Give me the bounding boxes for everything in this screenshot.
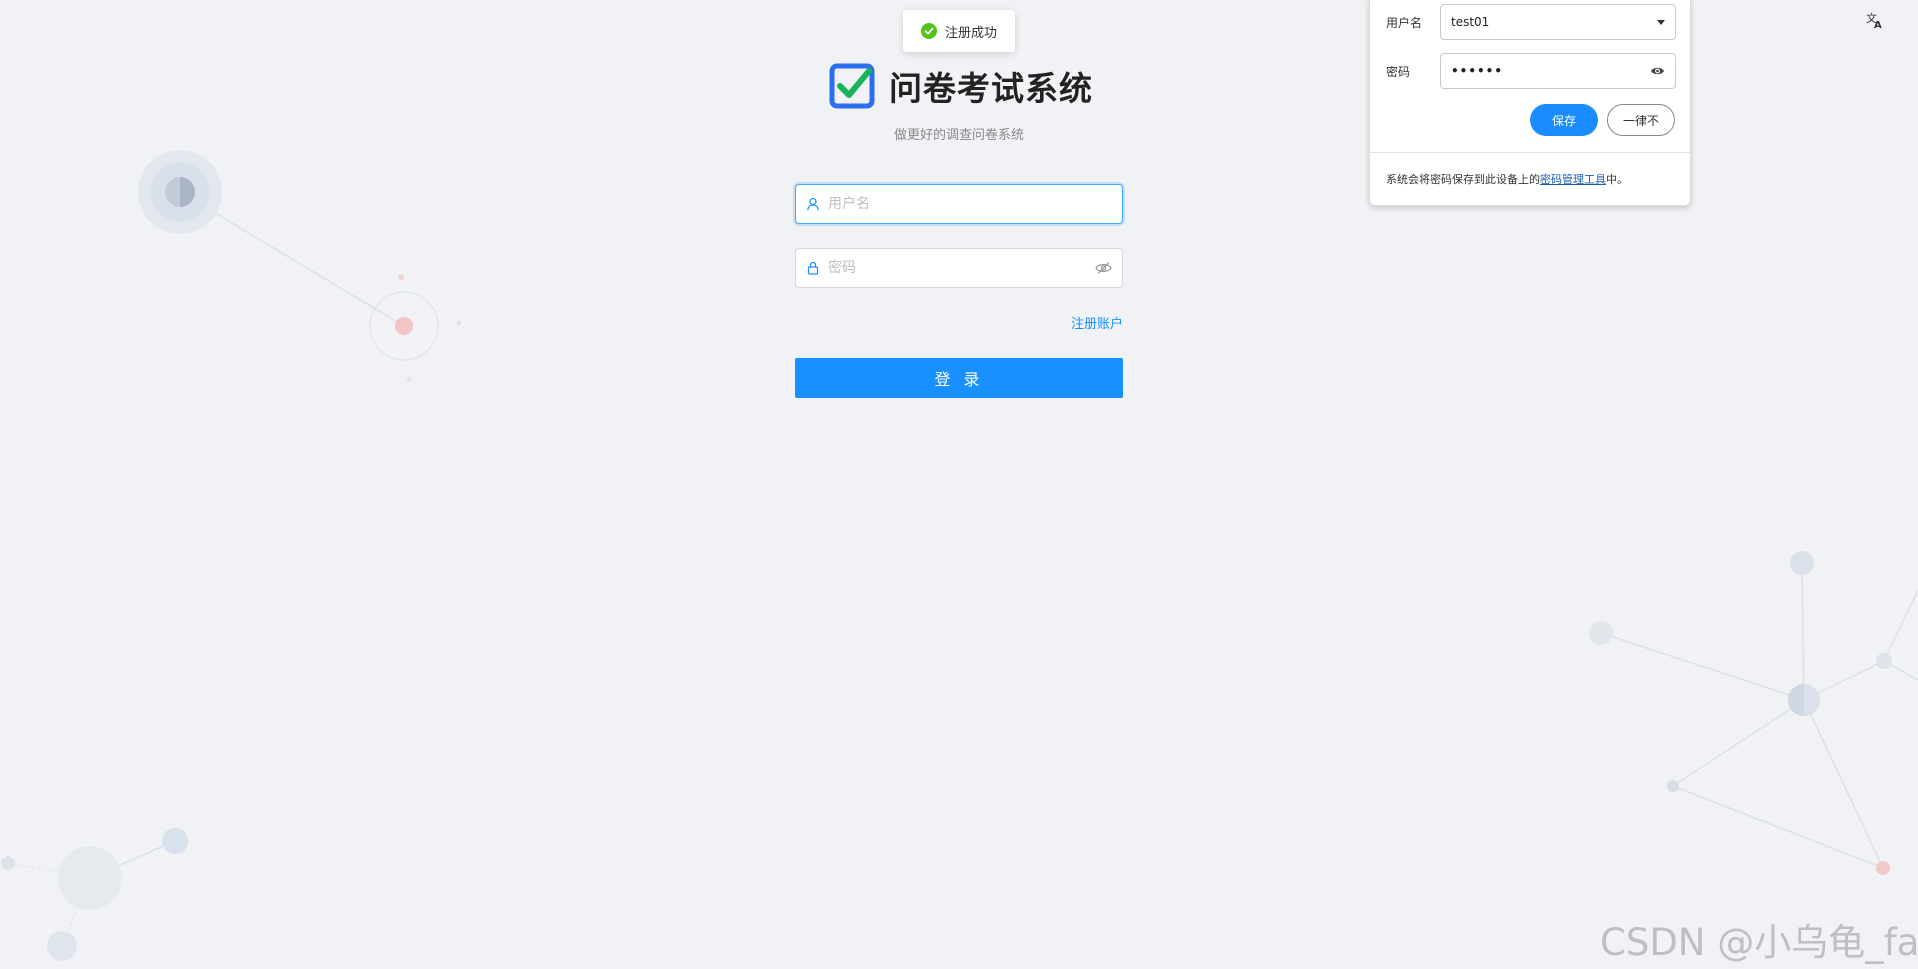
register-link[interactable]: 注册账户 [1071, 313, 1123, 332]
app-title: 问卷考试系统 [889, 69, 1093, 108]
eye-icon[interactable] [1650, 65, 1665, 77]
dropdown-caret-icon [1657, 19, 1665, 25]
svg-text:A: A [1874, 20, 1882, 30]
password-manager-link[interactable]: 密码管理工具 [1540, 173, 1606, 186]
username-input[interactable] [826, 195, 1112, 213]
eye-hidden-icon[interactable] [1095, 261, 1112, 275]
popup-footer: 系统会将密码保存到此设备上的密码管理工具中。 [1386, 171, 1628, 187]
popup-password-value: •••••• [1451, 64, 1504, 78]
popup-save-button[interactable]: 保存 [1530, 104, 1598, 136]
user-icon [807, 197, 819, 211]
password-input[interactable] [826, 259, 1095, 277]
popup-never-button[interactable]: 一律不 [1607, 104, 1675, 136]
popup-footer-suffix: 中。 [1606, 173, 1628, 186]
network-bottom-left [1, 828, 188, 961]
check-circle-icon [920, 23, 937, 39]
username-field[interactable] [795, 184, 1123, 224]
popup-footer-prefix: 系统会将密码保存到此设备上的 [1386, 173, 1540, 186]
success-toast: 注册成功 [903, 10, 1015, 52]
popup-username-value: test01 [1451, 15, 1490, 29]
app-header: 问卷考试系统 [829, 62, 1093, 110]
login-button[interactable]: 登 录 [795, 358, 1123, 398]
translate-icon[interactable]: 文 A [1865, 10, 1885, 30]
password-field[interactable] [795, 248, 1123, 288]
save-password-popup: 用户名 test01 密码 •••••• 保存 一律不 系统会将密码保存到此设备… [1369, 0, 1691, 206]
popup-divider [1370, 152, 1690, 153]
popup-username-label: 用户名 [1386, 16, 1423, 30]
watermark-text: CSDN @小乌龟_far [1600, 921, 1918, 964]
logo-checkbox-icon [829, 63, 875, 109]
network-bottom-right [1589, 551, 1918, 875]
network-top-left [138, 150, 462, 382]
lock-icon [807, 261, 819, 275]
popup-password-label: 密码 [1386, 65, 1411, 79]
toast-text: 注册成功 [944, 25, 997, 41]
popup-username-select[interactable]: test01 [1440, 4, 1676, 40]
popup-password-field[interactable]: •••••• [1440, 53, 1676, 89]
